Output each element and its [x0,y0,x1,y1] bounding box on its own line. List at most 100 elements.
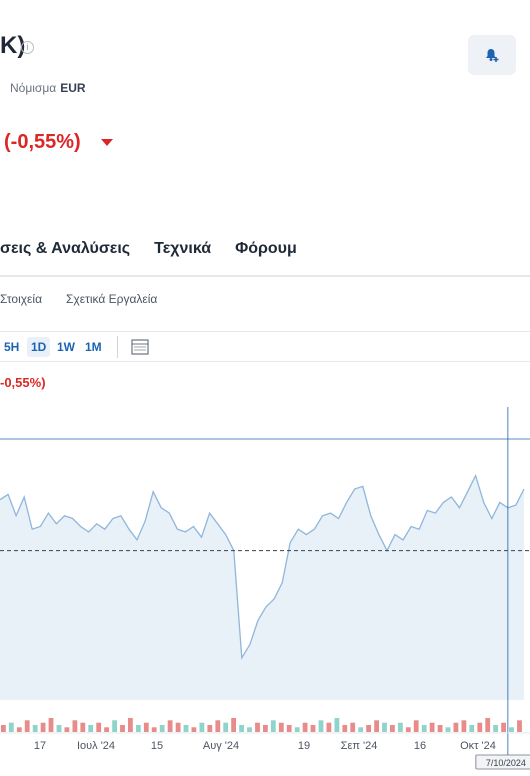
volume-bar [358,727,364,732]
tabs-divider [0,275,530,277]
x-tick-label: 16 [414,740,426,752]
price-change-percent: (-0,55%) [4,131,81,153]
add-alert-button[interactable] [468,35,516,75]
volume-bar [72,720,78,732]
volume-bar [493,725,498,732]
sub-tabs: Στοιχεία Σχετικά Εργαλεία [0,292,157,306]
volume-bar [302,722,308,732]
volume-bar [413,720,419,732]
volume-bar [80,722,86,732]
volume-bar [40,722,46,732]
tab-technical[interactable]: Τεχνικά [154,240,211,262]
volume-bar [16,727,22,732]
volume-bar [445,727,451,732]
volume-bar [429,722,435,732]
volume-bar [374,720,379,732]
volume-bar [469,725,475,732]
volume-bar [366,725,371,732]
volume-bar [517,720,522,732]
x-tick-label: 17 [34,740,46,752]
volume-bar [421,725,427,732]
volume-bar [120,725,125,732]
volume-bar [8,722,14,732]
volume-bar [175,722,181,732]
volume-bar [350,722,356,732]
volume-bar [334,718,340,732]
subtabs-divider [0,331,530,332]
volume-bar [1,725,6,732]
volume-bar [398,722,403,732]
volume-bar [453,722,459,732]
volume-bar [247,727,252,732]
volume-bar [104,727,109,732]
down-arrow-icon [101,139,113,146]
volume-bar [509,727,514,732]
volume-bar [390,725,395,732]
volume-bar [191,727,197,732]
currency-info: Νόμισμα EUR [10,81,86,95]
x-tick-label: 15 [151,740,163,752]
volume-bar [215,720,221,732]
toolbar-divider [117,336,118,358]
volume-bar [56,725,62,732]
volume-bar [32,725,38,732]
volume-bar [461,720,467,732]
timeframe-1d[interactable]: 1D [27,337,51,357]
volume-bar [64,727,70,732]
x-tick-label: Ιουλ '24 [77,740,115,752]
volume-bar [24,720,30,732]
volume-bar [112,720,117,732]
volume-bar [310,725,316,732]
tab-forum[interactable]: Φόρουμ [235,240,297,262]
info-icon[interactable]: i [21,41,34,54]
volume-bar [477,722,483,732]
x-tick-label: Σεπ '24 [341,740,378,752]
volume-bar [278,722,284,732]
table-view-icon[interactable] [130,337,150,357]
volume-bar [183,725,189,732]
volume-bar [286,725,292,732]
volume-bar [294,727,300,732]
volume-bar [326,722,332,732]
volume-bar [199,722,205,732]
volume-bar [48,718,54,732]
volume-bar [239,725,244,732]
volume-bar [159,725,165,732]
volume-bar [437,725,443,732]
volume-bar [231,718,236,732]
volume-bar [207,725,213,732]
chart-legend-change: -0,55%) [0,375,46,390]
timeframe-1m[interactable]: 1M [81,337,106,357]
volume-bar [96,722,102,732]
volume-bar [501,722,506,732]
x-tick-label: Οκτ '24 [460,740,496,752]
currency-value: EUR [60,81,86,95]
subtab-related-tools[interactable]: Σχετικά Εργαλεία [66,292,157,306]
volume-bar [128,718,133,732]
volume-bar [223,722,229,732]
bell-plus-icon [486,49,499,62]
x-tick-label: Αυγ '24 [203,740,239,752]
volume-bar [405,727,411,732]
main-tabs: σεις & Αναλύσεις Τεχνικά Φόρουμ [0,240,297,262]
currency-label: Νόμισμα [10,81,57,95]
volume-bar [88,725,94,732]
x-tick-label: 19 [298,740,310,752]
timeframe-5h[interactable]: 5H [0,337,23,357]
volume-bar [136,725,141,732]
price-area [0,475,524,700]
timeframe-1w[interactable]: 1W [53,337,79,357]
volume-bar [151,727,157,732]
volume-bar [270,720,276,732]
tab-analysis[interactable]: σεις & Αναλύσεις [0,240,130,262]
price-chart[interactable]: 17 Ιουλ '24 15 Αυγ '24 19 Σεπ '24 16 Οκτ '24 7/1… [0,362,530,776]
volume-bar [485,718,491,732]
volume-bar [263,725,268,732]
volume-bar [318,720,324,732]
volume-bar [342,725,348,732]
subtab-data[interactable]: Στοιχεία [0,292,42,306]
volume-bar [382,722,387,732]
volume-bar [167,720,173,732]
crosshair-date-label: 7/10/2024 [486,758,526,768]
volume-bar [255,722,260,732]
